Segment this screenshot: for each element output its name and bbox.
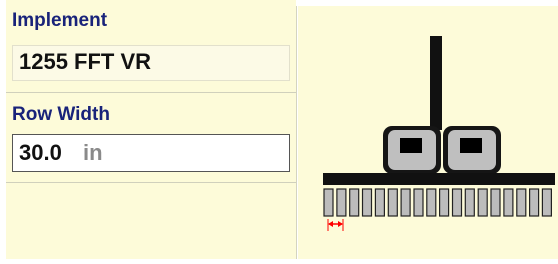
row-unit — [349, 188, 360, 217]
section-divider — [6, 92, 296, 93]
settings-panel — [6, 0, 296, 259]
row-unit — [516, 188, 527, 217]
implement-value-box: 1255 FFT VR — [12, 45, 290, 81]
implement-label: Implement — [12, 10, 108, 31]
row-unit — [439, 188, 450, 217]
toolbar-beam — [323, 173, 555, 185]
left-hopper-lid — [400, 138, 422, 153]
row-unit — [336, 188, 347, 217]
row-width-arrow-left — [328, 221, 333, 227]
row-width-unit: in — [83, 140, 103, 165]
row-unit — [387, 188, 398, 217]
hitch-tongue — [430, 36, 442, 130]
section-divider — [6, 182, 296, 183]
row-unit — [426, 188, 437, 217]
row-width-value: 30.0 — [19, 140, 62, 165]
row-units — [323, 188, 552, 217]
row-unit — [361, 188, 373, 217]
panel-divider — [296, 6, 297, 259]
right-hopper-lid — [460, 138, 482, 153]
row-unit — [490, 188, 501, 217]
row-unit — [451, 188, 463, 217]
row-unit — [464, 188, 475, 217]
row-unit — [503, 188, 514, 217]
row-unit — [541, 188, 552, 217]
implement-diagram — [298, 6, 558, 259]
row-width-label: Row Width — [12, 104, 110, 125]
row-unit — [323, 188, 334, 217]
row-unit — [400, 188, 411, 217]
row-unit — [374, 188, 386, 217]
row-width-input[interactable]: 30.0 in — [12, 134, 290, 172]
implement-value: 1255 FFT VR — [19, 49, 152, 74]
row-unit — [413, 188, 424, 217]
planter-diagram — [323, 36, 555, 231]
row-width-arrow-right — [338, 221, 343, 227]
row-unit — [477, 188, 488, 217]
row-unit — [529, 188, 540, 217]
